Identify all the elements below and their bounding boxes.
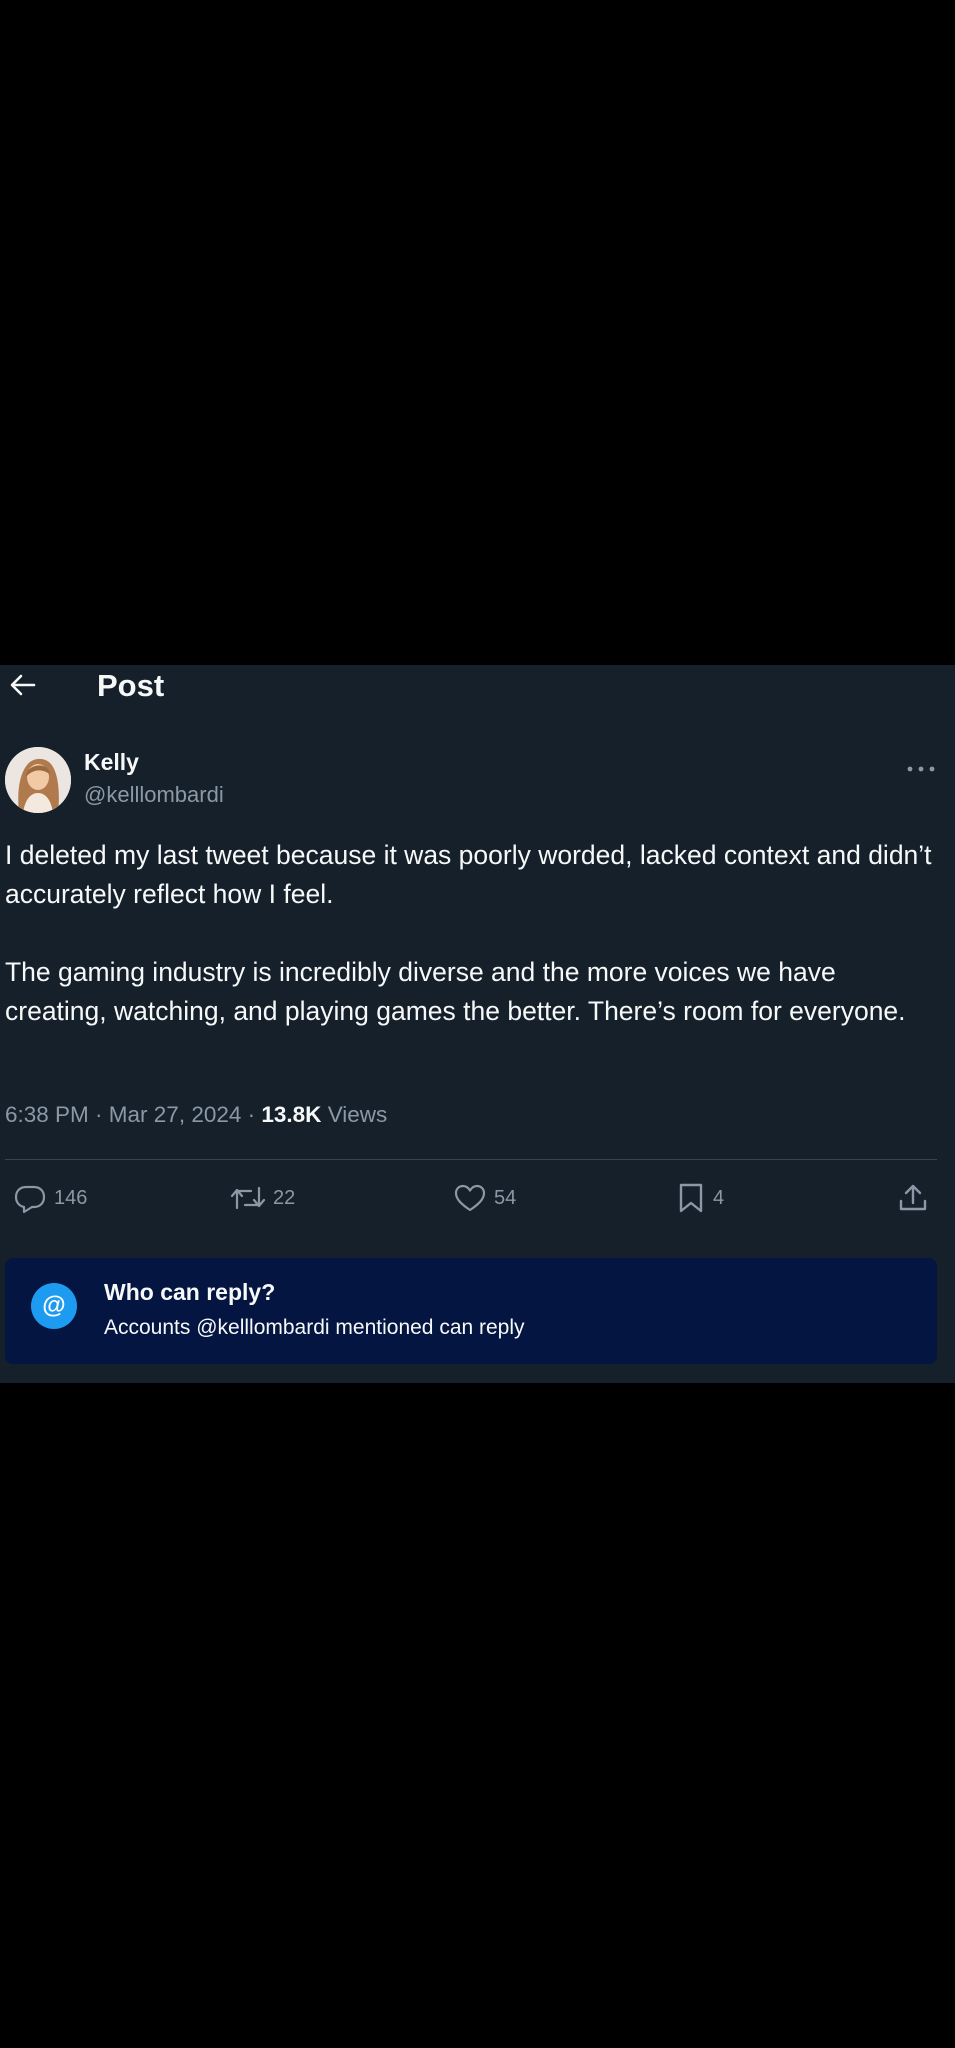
more-horizontal-icon <box>907 766 935 772</box>
like-count: 54 <box>494 1186 517 1209</box>
share-icon <box>899 1184 927 1211</box>
bookmark-button[interactable]: 4 <box>676 1180 724 1216</box>
meta-separator: · <box>88 1102 109 1127</box>
action-bar: 146 22 54 4 <box>0 1180 955 1216</box>
divider <box>5 1159 937 1160</box>
repost-icon <box>230 1186 266 1210</box>
more-button[interactable] <box>904 759 938 779</box>
tweet-paragraph: I deleted my last tweet because it was p… <box>5 840 932 909</box>
avatar-image <box>5 747 71 813</box>
tweet-paragraph: The gaming industry is incredibly divers… <box>5 957 906 1026</box>
repost-button[interactable]: 22 <box>230 1180 295 1216</box>
tweet-text: I deleted my last tweet because it was p… <box>5 836 935 1031</box>
arrow-left-icon <box>10 674 36 696</box>
at-icon: @ <box>31 1283 77 1329</box>
who-can-reply-title: Who can reply? <box>104 1279 276 1305</box>
views-label: Views <box>321 1102 388 1127</box>
author-name[interactable]: Kelly <box>84 748 139 776</box>
who-can-reply-card: @ Who can reply? Accounts @kelllombardi … <box>5 1258 937 1364</box>
bookmark-icon <box>679 1183 703 1213</box>
reply-count: 146 <box>54 1186 88 1209</box>
back-button[interactable] <box>6 669 40 701</box>
views-count[interactable]: 13.8K <box>261 1102 321 1127</box>
reply-icon <box>14 1185 46 1213</box>
page-title: Post <box>97 668 165 703</box>
like-button[interactable]: 54 <box>453 1180 516 1216</box>
repost-count: 22 <box>273 1186 296 1209</box>
bookmark-count: 4 <box>713 1186 725 1209</box>
avatar[interactable] <box>5 747 71 813</box>
who-can-reply-description: Accounts @kelllombardi mentioned can rep… <box>104 1316 525 1339</box>
reply-button[interactable]: 146 <box>13 1180 87 1216</box>
post-panel: Post Kelly @kelllombardi I deleted my la… <box>0 665 955 1383</box>
tweet-date[interactable]: Mar 27, 2024 <box>109 1102 242 1127</box>
tweet-time[interactable]: 6:38 PM <box>5 1102 89 1127</box>
author-handle[interactable]: @kelllombardi <box>84 781 224 809</box>
header: Post <box>0 665 955 705</box>
share-button[interactable] <box>897 1180 929 1216</box>
heart-icon <box>454 1184 486 1212</box>
tweet-meta: 6:38 PM · Mar 27, 2024 · 13.8K Views <box>5 1100 387 1130</box>
meta-separator: · <box>241 1102 262 1127</box>
screen: Post Kelly @kelllombardi I deleted my la… <box>0 0 955 2048</box>
